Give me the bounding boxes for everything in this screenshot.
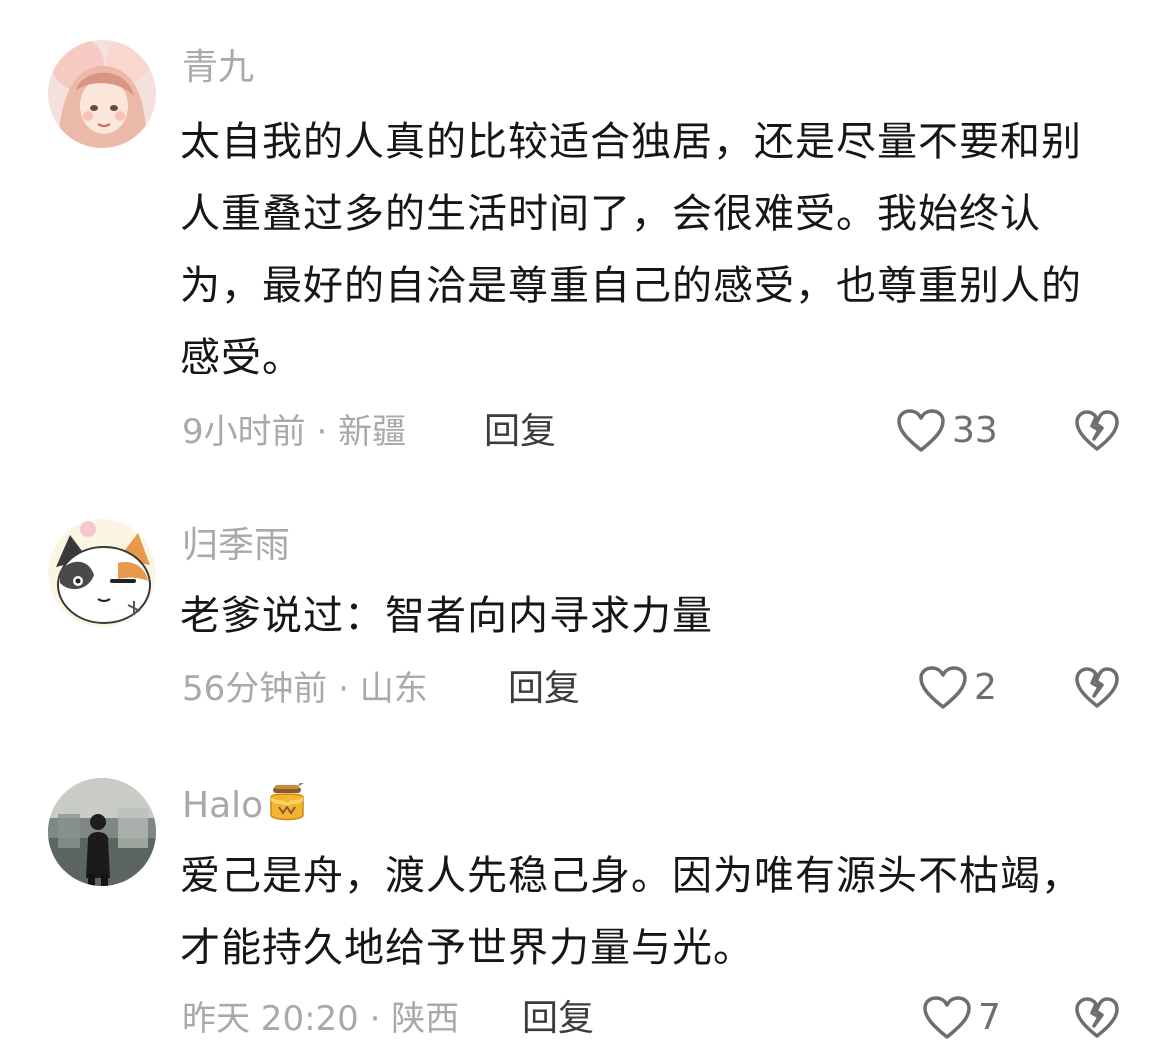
comment-location: 陕西 <box>391 999 460 1039</box>
like-count: 7 <box>978 997 1001 1038</box>
comment-meta: 昨天 20:20 · 陕西 <box>182 999 459 1039</box>
honey-pot-icon <box>265 780 309 823</box>
like-count: 33 <box>952 410 998 451</box>
user-avatar[interactable] <box>48 778 156 886</box>
avatar-cartoon-cat-icon <box>48 519 156 627</box>
comment-location: 山东 <box>359 669 428 709</box>
dislike-button[interactable] <box>1074 996 1120 1040</box>
like-button[interactable]: 7 <box>922 995 1001 1041</box>
user-avatar[interactable] <box>48 519 156 627</box>
heart-icon <box>919 666 967 709</box>
comment-location: 新疆 <box>338 412 407 452</box>
meta-separator: · <box>369 999 381 1039</box>
avatar-photo-person-icon <box>48 778 156 886</box>
meta-separator: · <box>338 669 349 709</box>
broken-heart-icon <box>1075 667 1119 708</box>
username-text: Halo <box>182 785 264 826</box>
reply-button[interactable]: 回复 <box>484 412 556 452</box>
broken-heart-icon <box>1075 410 1119 451</box>
reply-button[interactable]: 回复 <box>508 669 580 709</box>
broken-heart-icon <box>1075 997 1119 1038</box>
comment-username[interactable]: 青九 <box>182 48 254 88</box>
comment-meta: 9小时前 · 新疆 <box>182 412 406 452</box>
avatar-illustrated-girl-icon <box>48 40 156 148</box>
user-avatar[interactable] <box>48 40 156 148</box>
meta-separator: · <box>316 412 328 452</box>
like-button[interactable]: 2 <box>918 665 997 711</box>
comment-username[interactable]: 归季雨 <box>182 526 290 566</box>
reply-button[interactable]: 回复 <box>522 999 594 1039</box>
comment-username[interactable]: Halo <box>182 780 309 826</box>
like-button[interactable]: 33 <box>896 408 998 454</box>
comment-text: 老爹说过：智者向内寻求力量 <box>180 593 713 639</box>
comment-meta: 56分钟前 · 山东 <box>182 669 428 709</box>
comment-time: 昨天 20:20 <box>182 999 359 1039</box>
comment-time: 56分钟前 <box>182 669 328 709</box>
like-count: 2 <box>974 667 997 708</box>
dislike-button[interactable] <box>1074 409 1120 453</box>
comment-text: 爱己是舟，渡人先稳己身。因为唯有源头不枯竭，才能持久地给予世界力量与光。 <box>180 853 1082 971</box>
dislike-button[interactable] <box>1074 666 1120 710</box>
comment-time: 9小时前 <box>182 412 306 452</box>
heart-icon <box>897 409 945 452</box>
heart-icon <box>923 996 971 1039</box>
comment-text: 太自我的人真的比较适合独居，还是尽量不要和别人重叠过多的生活时间了，会很难受。我… <box>180 119 1082 381</box>
